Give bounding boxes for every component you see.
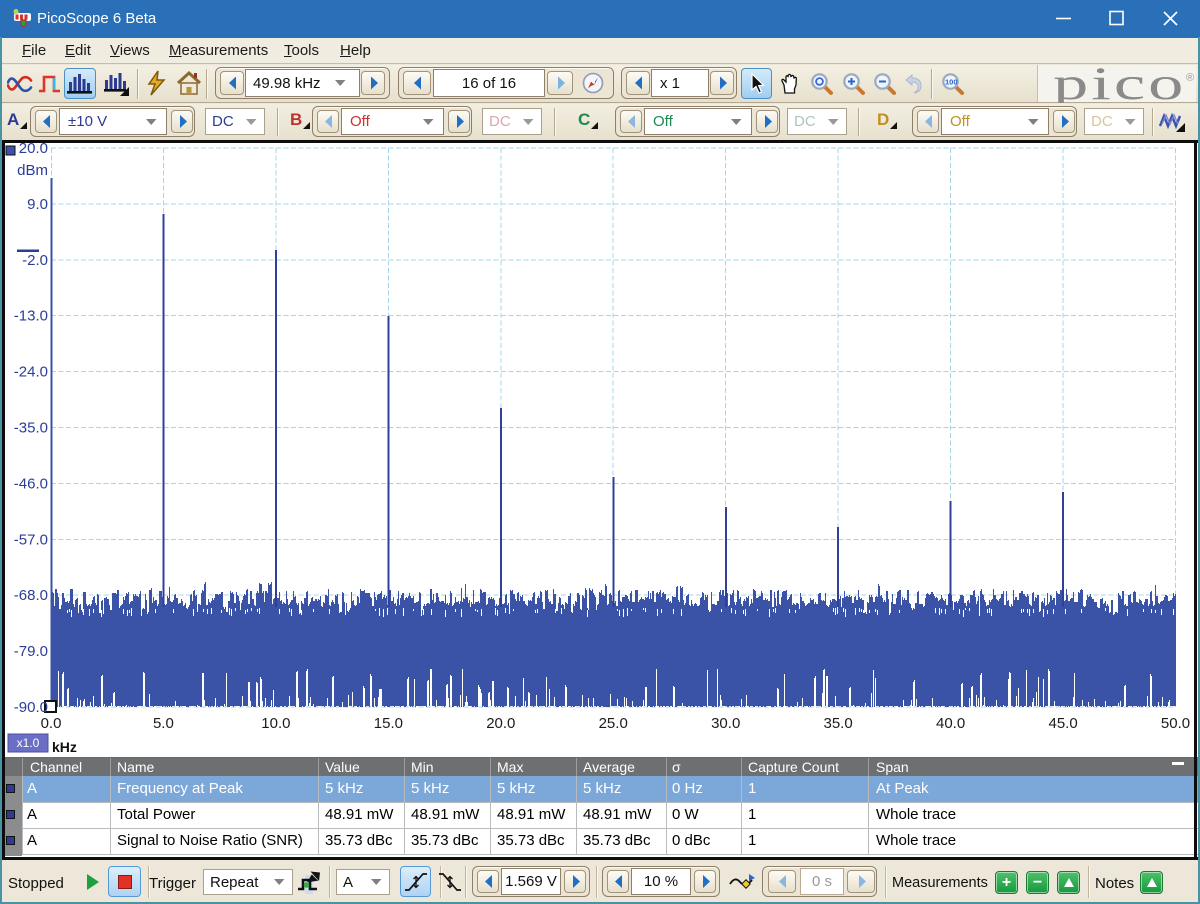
svg-text:100: 100 — [945, 77, 958, 86]
svg-text:30.0: 30.0 — [711, 715, 740, 732]
svg-text:15.0: 15.0 — [374, 715, 403, 732]
svg-text:-57.0: -57.0 — [14, 531, 48, 548]
svg-text:dBm: dBm — [17, 162, 48, 179]
svg-text:-24.0: -24.0 — [14, 364, 48, 381]
svg-text:50.0: 50.0 — [1161, 715, 1190, 732]
svg-text:0.0: 0.0 — [41, 715, 62, 732]
svg-text:kHz: kHz — [52, 739, 77, 755]
svg-text:45.0: 45.0 — [1048, 715, 1077, 732]
svg-text:-2.0: -2.0 — [22, 252, 48, 269]
svg-text:5.0: 5.0 — [153, 715, 174, 732]
svg-text:-79.0: -79.0 — [14, 643, 48, 660]
svg-text:10.0: 10.0 — [261, 715, 290, 732]
svg-text:-90.0: -90.0 — [14, 699, 48, 716]
svg-text:x1.0: x1.0 — [17, 736, 40, 750]
svg-text:-13.0: -13.0 — [14, 308, 48, 325]
svg-text:25.0: 25.0 — [599, 715, 628, 732]
svg-text:40.0: 40.0 — [936, 715, 965, 732]
svg-text:9.0: 9.0 — [27, 196, 48, 213]
svg-text:20.0: 20.0 — [19, 143, 48, 157]
svg-text:-35.0: -35.0 — [14, 420, 48, 437]
svg-text:35.0: 35.0 — [823, 715, 852, 732]
svg-text:-68.0: -68.0 — [14, 587, 48, 604]
svg-text:-46.0: -46.0 — [14, 475, 48, 492]
svg-text:20.0: 20.0 — [486, 715, 515, 732]
